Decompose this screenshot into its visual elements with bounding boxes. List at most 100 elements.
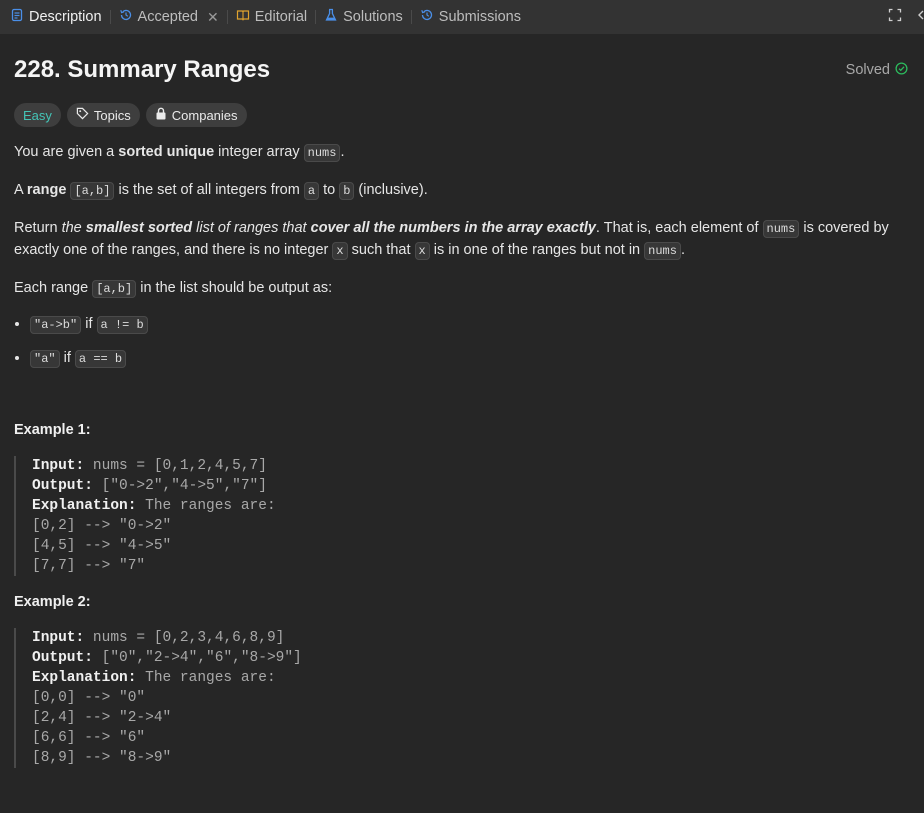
- problem-description: 228. Summary Ranges Solved Easy Topics C…: [0, 56, 924, 768]
- inline-code: a == b: [74, 350, 127, 368]
- tab-solutions[interactable]: Solutions: [324, 8, 403, 26]
- text: such that: [347, 242, 415, 258]
- text: You are given a: [14, 144, 119, 160]
- text: Output:: [32, 478, 93, 494]
- tab-divider: [410, 10, 412, 24]
- text: Output:: [32, 650, 93, 666]
- title-row: 228. Summary Ranges Solved: [14, 56, 910, 84]
- text: integer array: [214, 144, 304, 160]
- text: in the list should be output as:: [136, 280, 333, 296]
- tab-bar: Description Accepted ✕ Editorial Solutio…: [0, 0, 924, 34]
- text: [8,9] --> "8->9": [32, 750, 172, 766]
- text: .: [340, 144, 345, 160]
- close-icon[interactable]: ✕: [207, 9, 219, 26]
- example-2-block: Input: nums = [0,2,3,4,6,8,9] Output: ["…: [14, 628, 910, 768]
- text: Each range: [14, 280, 93, 296]
- text: range: [26, 182, 67, 198]
- tab-accepted[interactable]: Accepted ✕: [119, 8, 219, 26]
- description-icon: [10, 8, 24, 26]
- text: Input:: [32, 630, 85, 646]
- text: . That is, each element of: [595, 220, 763, 236]
- inline-code: nums: [644, 242, 681, 260]
- text: to: [319, 182, 340, 198]
- inline-code: a: [303, 182, 320, 200]
- inline-code: [a,b]: [92, 280, 137, 298]
- lock-icon: [155, 107, 167, 123]
- text: [2,4] --> "2->4": [32, 710, 172, 726]
- difficulty-label: Easy: [23, 107, 52, 123]
- topics-button[interactable]: Topics: [66, 103, 140, 127]
- example-1-block: Input: nums = [0,1,2,4,5,7] Output: ["0-…: [14, 456, 910, 576]
- text: Explanation:: [32, 498, 137, 514]
- tab-submissions[interactable]: Submissions: [420, 8, 521, 26]
- text: Explanation:: [32, 670, 137, 686]
- fullscreen-icon[interactable]: [888, 8, 902, 26]
- text: sorted unique: [118, 144, 215, 160]
- tab-editorial-label: Editorial: [254, 9, 308, 25]
- tag-icon: [76, 107, 89, 123]
- difficulty-badge: Easy: [14, 103, 61, 127]
- text: if: [81, 316, 97, 332]
- tab-divider: [226, 10, 228, 24]
- chevron-left-icon[interactable]: [916, 8, 924, 26]
- tab-description-label: Description: [29, 9, 102, 25]
- check-circle-icon: [895, 61, 908, 79]
- text: (inclusive).: [354, 182, 428, 198]
- example-1-title: Example 1:: [14, 422, 91, 438]
- companies-button[interactable]: Companies: [145, 103, 247, 127]
- list-item: "a" if a == b: [30, 348, 910, 370]
- text: The ranges are:: [136, 670, 276, 686]
- book-icon: [236, 8, 250, 26]
- text: [0,0] --> "0": [32, 690, 146, 706]
- tag-row: Easy Topics Companies: [14, 103, 910, 127]
- solved-label: Solved: [845, 62, 890, 78]
- desc-paragraph: Each range [a,b] in the list should be o…: [14, 278, 910, 300]
- tab-submissions-label: Submissions: [438, 9, 521, 25]
- tab-solutions-label: Solutions: [343, 9, 403, 25]
- tab-editorial[interactable]: Editorial: [236, 8, 307, 26]
- inline-code: "a->b": [30, 316, 82, 334]
- history-icon: [119, 8, 133, 26]
- tab-description[interactable]: Description: [10, 8, 102, 26]
- inline-code: b: [339, 182, 355, 200]
- tab-divider: [315, 10, 317, 24]
- text: cover all the numbers in the array exact…: [310, 220, 596, 236]
- text: if: [59, 350, 75, 366]
- companies-label: Companies: [171, 107, 238, 123]
- output-format-list: "a->b" if a != b "a" if a == b: [14, 314, 910, 370]
- text: nums = [0,2,3,4,6,8,9]: [84, 630, 285, 646]
- text: is in one of the ranges but not in: [429, 242, 645, 258]
- text: The ranges are:: [136, 498, 276, 514]
- solved-status: Solved: [845, 61, 908, 79]
- tabbar-actions: [888, 0, 924, 34]
- text: ["0->2","4->5","7"]: [92, 478, 267, 494]
- text: A: [14, 182, 27, 198]
- history-icon: [420, 8, 434, 26]
- topics-label: Topics: [93, 107, 131, 123]
- desc-paragraph: A range [a,b] is the set of all integers…: [14, 180, 910, 202]
- text: is the set of all integers from: [114, 182, 304, 198]
- inline-code: x: [414, 242, 430, 260]
- inline-code: nums: [303, 144, 341, 162]
- inline-code: [a,b]: [70, 182, 115, 200]
- tab-accepted-label: Accepted: [137, 9, 198, 25]
- inline-code: a != b: [96, 316, 148, 334]
- example-2-title: Example 2:: [14, 594, 91, 610]
- text: ["0","2->4","6","8->9"]: [92, 650, 302, 666]
- flask-icon: [324, 8, 338, 26]
- text: nums = [0,1,2,4,5,7]: [84, 458, 267, 474]
- text: Input:: [32, 458, 85, 474]
- text: Return: [14, 220, 62, 236]
- inline-code: x: [332, 242, 348, 260]
- text: [7,7] --> "7": [32, 558, 146, 574]
- text: [4,5] --> "4->5": [32, 538, 172, 554]
- text: list of ranges that: [192, 220, 311, 236]
- desc-paragraph: Return the smallest sorted list of range…: [14, 218, 910, 262]
- text: smallest sorted: [85, 220, 193, 236]
- problem-title: 228. Summary Ranges: [14, 56, 271, 83]
- text: [6,6] --> "6": [32, 730, 146, 746]
- inline-code: "a": [30, 350, 60, 368]
- text: .: [680, 242, 685, 258]
- desc-paragraph: You are given a sorted unique integer ar…: [14, 142, 910, 164]
- inline-code: nums: [762, 220, 800, 238]
